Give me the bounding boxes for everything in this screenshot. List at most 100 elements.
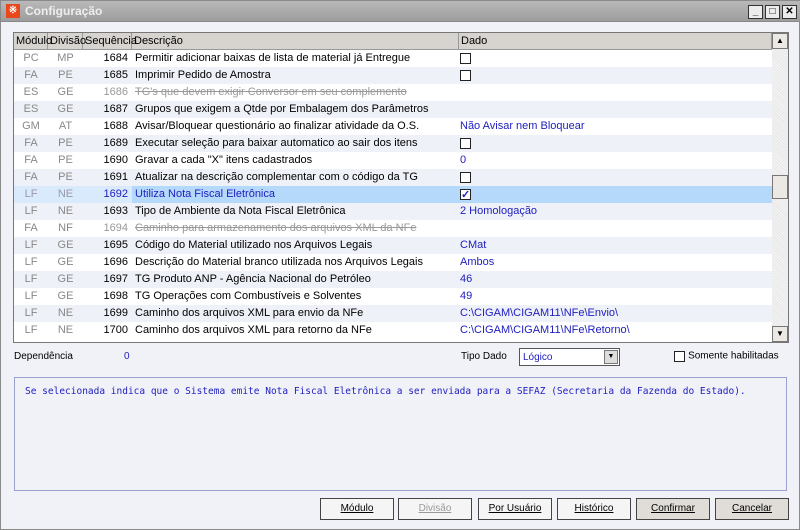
table-row[interactable]: LF GE 1697 TG Produto ANP - Agência Naci… [14,271,772,288]
table-row[interactable]: FA PE 1690 Gravar a cada "X" itens cadas… [14,152,772,169]
checkbox-icon[interactable] [460,53,471,64]
table-row[interactable]: LF GE 1695 Código do Material utilizado … [14,237,772,254]
cell-divisao: NE [57,324,74,336]
grid-header: Módulo Divisão Sequência Descrição Dado [14,33,772,50]
somente-habilitadas-label: Somente habilitadas [688,350,779,362]
col-header-sequencia[interactable]: Sequência [83,33,137,49]
col-header-divisao[interactable]: Divisão [48,33,86,49]
historico-button[interactable]: Histórico [557,498,631,520]
table-row[interactable]: ES GE 1687 Grupos que exigem a Qtde por … [14,101,772,118]
table-row[interactable]: GM AT 1688 Avisar/Bloquear questionário … [14,118,772,135]
cell-sequencia: 1697 [103,273,128,285]
cell-sequencia: 1690 [103,154,128,166]
cell-modulo: LF [24,256,38,268]
cell-sequencia: 1689 [103,137,128,149]
cell-dado[interactable]: Ambos [460,254,494,271]
cell-divisao: PE [58,154,73,166]
dependencia-value: 0 [124,351,130,362]
cell-descricao: Permitir adicionar baixas de lista de ma… [135,52,411,64]
cell-divisao: GE [57,103,74,115]
confirmar-button[interactable]: Confirmar [636,498,710,520]
cancelar-button[interactable]: Cancelar [715,498,789,520]
cell-dado[interactable]: CMat [460,237,486,254]
cell-dado[interactable]: 46 [460,271,472,288]
vertical-scrollbar[interactable]: ▲ ▼ [772,33,788,342]
cell-modulo: ES [23,103,39,115]
table-row[interactable]: LF NE 1699 Caminho dos arquivos XML para… [14,305,772,322]
cell-descricao: Descrição do Material branco utilizada n… [135,256,423,268]
cell-sequencia: 1696 [103,256,128,268]
table-row[interactable]: LF NE 1692 Utiliza Nota Fiscal Eletrônic… [14,186,772,204]
somente-habilitadas-checkbox[interactable]: Somente habilitadas [674,350,779,362]
cell-divisao: PE [58,171,73,183]
cell-modulo: ES [23,86,39,98]
close-button[interactable]: ✕ [782,5,797,19]
cell-modulo: FA [24,222,38,234]
table-row[interactable]: PC MP 1684 Permitir adicionar baixas de … [14,50,772,67]
col-header-descricao[interactable]: Descrição [132,33,459,49]
cell-modulo: LF [24,290,38,302]
cell-descricao: Imprimir Pedido de Amostra [135,69,271,81]
scroll-up-button[interactable]: ▲ [772,33,788,49]
cell-divisao: GE [57,256,74,268]
cell-divisao: AT [58,120,73,132]
maximize-button[interactable]: □ [765,5,780,19]
checkbox-icon[interactable] [460,172,471,183]
cell-modulo: FA [24,154,38,166]
cell-descricao: Gravar a cada "X" itens cadastrados [135,154,313,166]
checkbox-icon[interactable] [460,70,471,81]
cell-dado[interactable]: Não Avisar nem Bloquear [460,118,585,135]
por-usuario-button[interactable]: Por Usuário [478,498,552,520]
cell-sequencia: 1695 [103,239,128,251]
table-row[interactable]: FA PE 1689 Executar seleção para baixar … [14,135,772,152]
table-row[interactable]: FA PE 1691 Atualizar na descrição comple… [14,169,772,186]
cell-modulo: LF [24,273,38,285]
col-header-dado[interactable]: Dado [459,33,772,49]
cell-descricao: TG Operações com Combustíveis e Solvente… [135,290,362,302]
table-row[interactable]: ES GE 1686 TG's que devem exigir Convers… [14,84,772,101]
cell-divisao: NE [57,205,74,217]
cell-dado[interactable]: C:\CIGAM\CIGAM11\NFe\Retorno\ [460,322,630,339]
tipo-dado-select[interactable]: Lógico ▼ [519,348,620,366]
cell-descricao: TG's que devem exigir Conversor em seu c… [135,86,407,98]
cell-descricao: Código do Material utilizado nos Arquivo… [135,239,373,251]
cell-dado[interactable]: C:\CIGAM\CIGAM11\NFe\Envio\ [460,305,618,322]
cell-divisao: NE [57,307,74,319]
description-textarea[interactable]: Se selecionada indica que o Sistema emit… [14,377,787,491]
cell-sequencia: 1691 [103,171,128,183]
cell-descricao: Avisar/Bloquear questionário ao finaliza… [135,120,420,132]
cell-dado[interactable]: 2 Homologação [460,203,537,220]
dependencia-label: Dependência [14,351,73,362]
cell-divisao: PE [58,137,73,149]
cell-dado[interactable]: 49 [460,288,472,305]
table-row[interactable]: FA PE 1685 Imprimir Pedido de Amostra [14,67,772,84]
config-grid: Módulo Divisão Sequência Descrição Dado … [13,32,789,343]
cell-divisao: PE [58,69,73,81]
cell-modulo: FA [24,171,38,183]
checkbox-icon[interactable] [460,187,471,204]
cell-descricao: Caminho dos arquivos XML para retorno da… [135,324,372,336]
divisao-button[interactable]: Divisão [398,498,472,520]
tipo-dado-label: Tipo Dado [461,351,507,362]
table-row[interactable]: LF GE 1698 TG Operações com Combustíveis… [14,288,772,305]
table-row[interactable]: LF GE 1696 Descrição do Material branco … [14,254,772,271]
minimize-button[interactable]: _ [748,5,763,19]
cell-modulo: LF [24,324,38,336]
checkbox-icon[interactable] [674,350,685,362]
table-row[interactable]: FA NF 1694 Caminho para armazenamento do… [14,220,772,237]
cell-dado[interactable]: 0 [460,152,466,169]
cell-divisao: GE [57,273,74,285]
table-row[interactable]: LF NE 1693 Tipo de Ambiente da Nota Fisc… [14,203,772,220]
scroll-thumb[interactable] [772,175,788,199]
cell-descricao: Caminho para armazenamento dos arquivos … [135,222,417,234]
title-bar: ※ Configuração _ □ ✕ [1,1,800,22]
checkbox-icon[interactable] [460,138,471,149]
scroll-down-button[interactable]: ▼ [772,326,788,342]
cell-divisao: NF [58,222,73,234]
cell-sequencia: 1693 [103,205,128,217]
cell-sequencia: 1694 [103,222,128,234]
col-header-modulo[interactable]: Módulo [14,33,52,49]
chevron-down-icon[interactable]: ▼ [604,350,618,364]
table-row[interactable]: LF NE 1700 Caminho dos arquivos XML para… [14,322,772,339]
modulo-button[interactable]: Módulo [320,498,394,520]
